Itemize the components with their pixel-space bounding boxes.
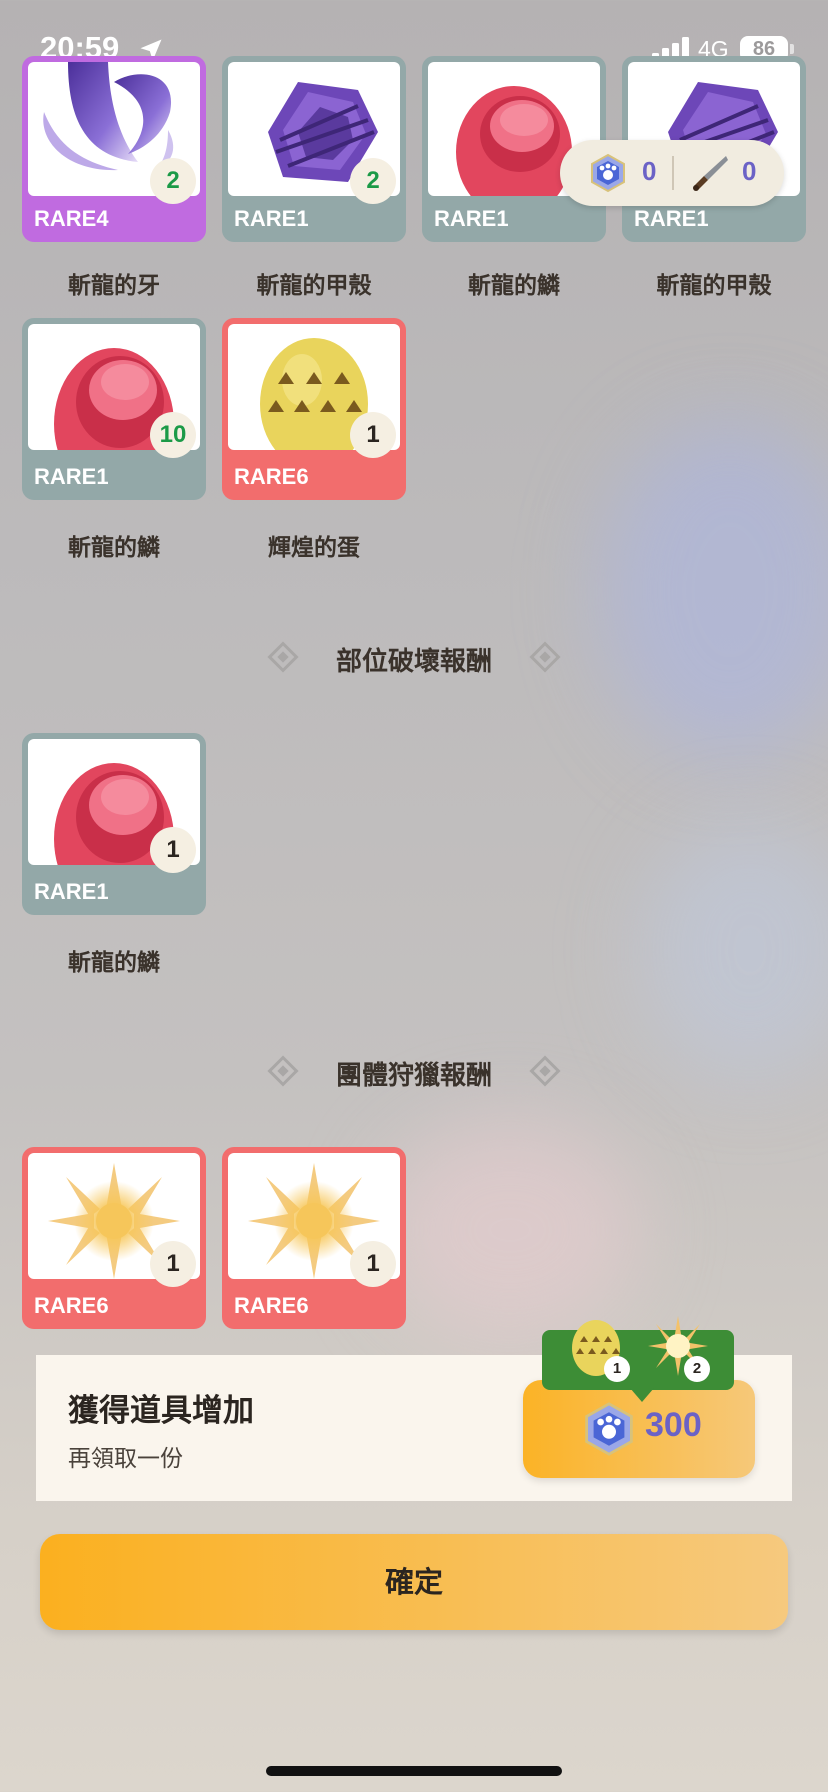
bonus-preview-tooltip: 1 2 — [542, 1316, 734, 1402]
item-card-scale[interactable]: 10 RARE1 — [22, 318, 206, 500]
rarity-label: RARE1 — [34, 464, 109, 489]
rarity-label: RARE1 — [234, 206, 309, 231]
background-glow — [600, 420, 828, 760]
item-name: 斬龍的鱗 — [68, 950, 160, 976]
rarity-label: RARE6 — [234, 1293, 309, 1318]
item-card-scale[interactable]: 1 RARE1 — [22, 733, 206, 915]
bonus-subtitle: 再領取一份 — [68, 1446, 183, 1472]
currency-pill[interactable]: 0 0 — [560, 140, 784, 206]
gem-icon — [591, 153, 625, 193]
section-title-part-break: 部位破壞報酬 — [335, 647, 492, 677]
item-name: 斬龍的甲殼 — [256, 273, 372, 299]
rarity-label: RARE4 — [34, 206, 109, 231]
item-name: 斬龍的鱗 — [468, 273, 560, 299]
item-card-egg[interactable]: 1 RARE6 — [222, 318, 406, 500]
confirm-button[interactable]: 確定 — [40, 1534, 788, 1630]
item-name: 輝煌的蛋 — [268, 535, 360, 561]
gem-icon — [585, 1402, 633, 1456]
item-quantity: 2 — [150, 158, 196, 204]
background-glow — [640, 820, 828, 1080]
knife-count: 0 — [742, 156, 757, 186]
rarity-label: RARE1 — [634, 206, 709, 231]
item-quantity: 10 — [150, 412, 196, 458]
item-quantity: 1 — [150, 827, 196, 873]
knife-icon — [693, 156, 728, 191]
item-card-sun[interactable]: 1 RARE6 — [222, 1147, 406, 1329]
battery-nub — [790, 44, 794, 54]
rarity-label: RARE1 — [434, 206, 509, 231]
rarity-label: RARE6 — [234, 464, 309, 489]
item-card-shell[interactable]: 2 RARE1 — [222, 56, 406, 242]
item-card-sun[interactable]: 1 RARE6 — [22, 1147, 206, 1329]
bonus-cost: 300 — [645, 1406, 702, 1444]
preview-sun-qty: 2 — [684, 1356, 710, 1382]
item-quantity: 1 — [350, 412, 396, 458]
home-indicator — [266, 1766, 562, 1776]
item-quantity: 1 — [150, 1241, 196, 1287]
background-glow — [380, 1120, 640, 1340]
preview-egg-qty: 1 — [604, 1356, 630, 1382]
item-quantity: 1 — [350, 1241, 396, 1287]
item-name: 斬龍的牙 — [68, 273, 160, 299]
item-name: 斬龍的鱗 — [68, 535, 160, 561]
section-title-group-hunt: 團體狩獵報酬 — [335, 1061, 492, 1091]
rarity-label: RARE6 — [34, 1293, 109, 1318]
bonus-title: 獲得道具增加 — [68, 1393, 254, 1429]
gem-count: 0 — [642, 156, 657, 186]
rarity-label: RARE1 — [34, 879, 109, 904]
item-name: 斬龍的甲殼 — [656, 273, 772, 299]
item-card-fang[interactable]: 2 RARE4 — [22, 56, 206, 242]
pill-divider — [672, 156, 674, 190]
item-quantity: 2 — [350, 158, 396, 204]
